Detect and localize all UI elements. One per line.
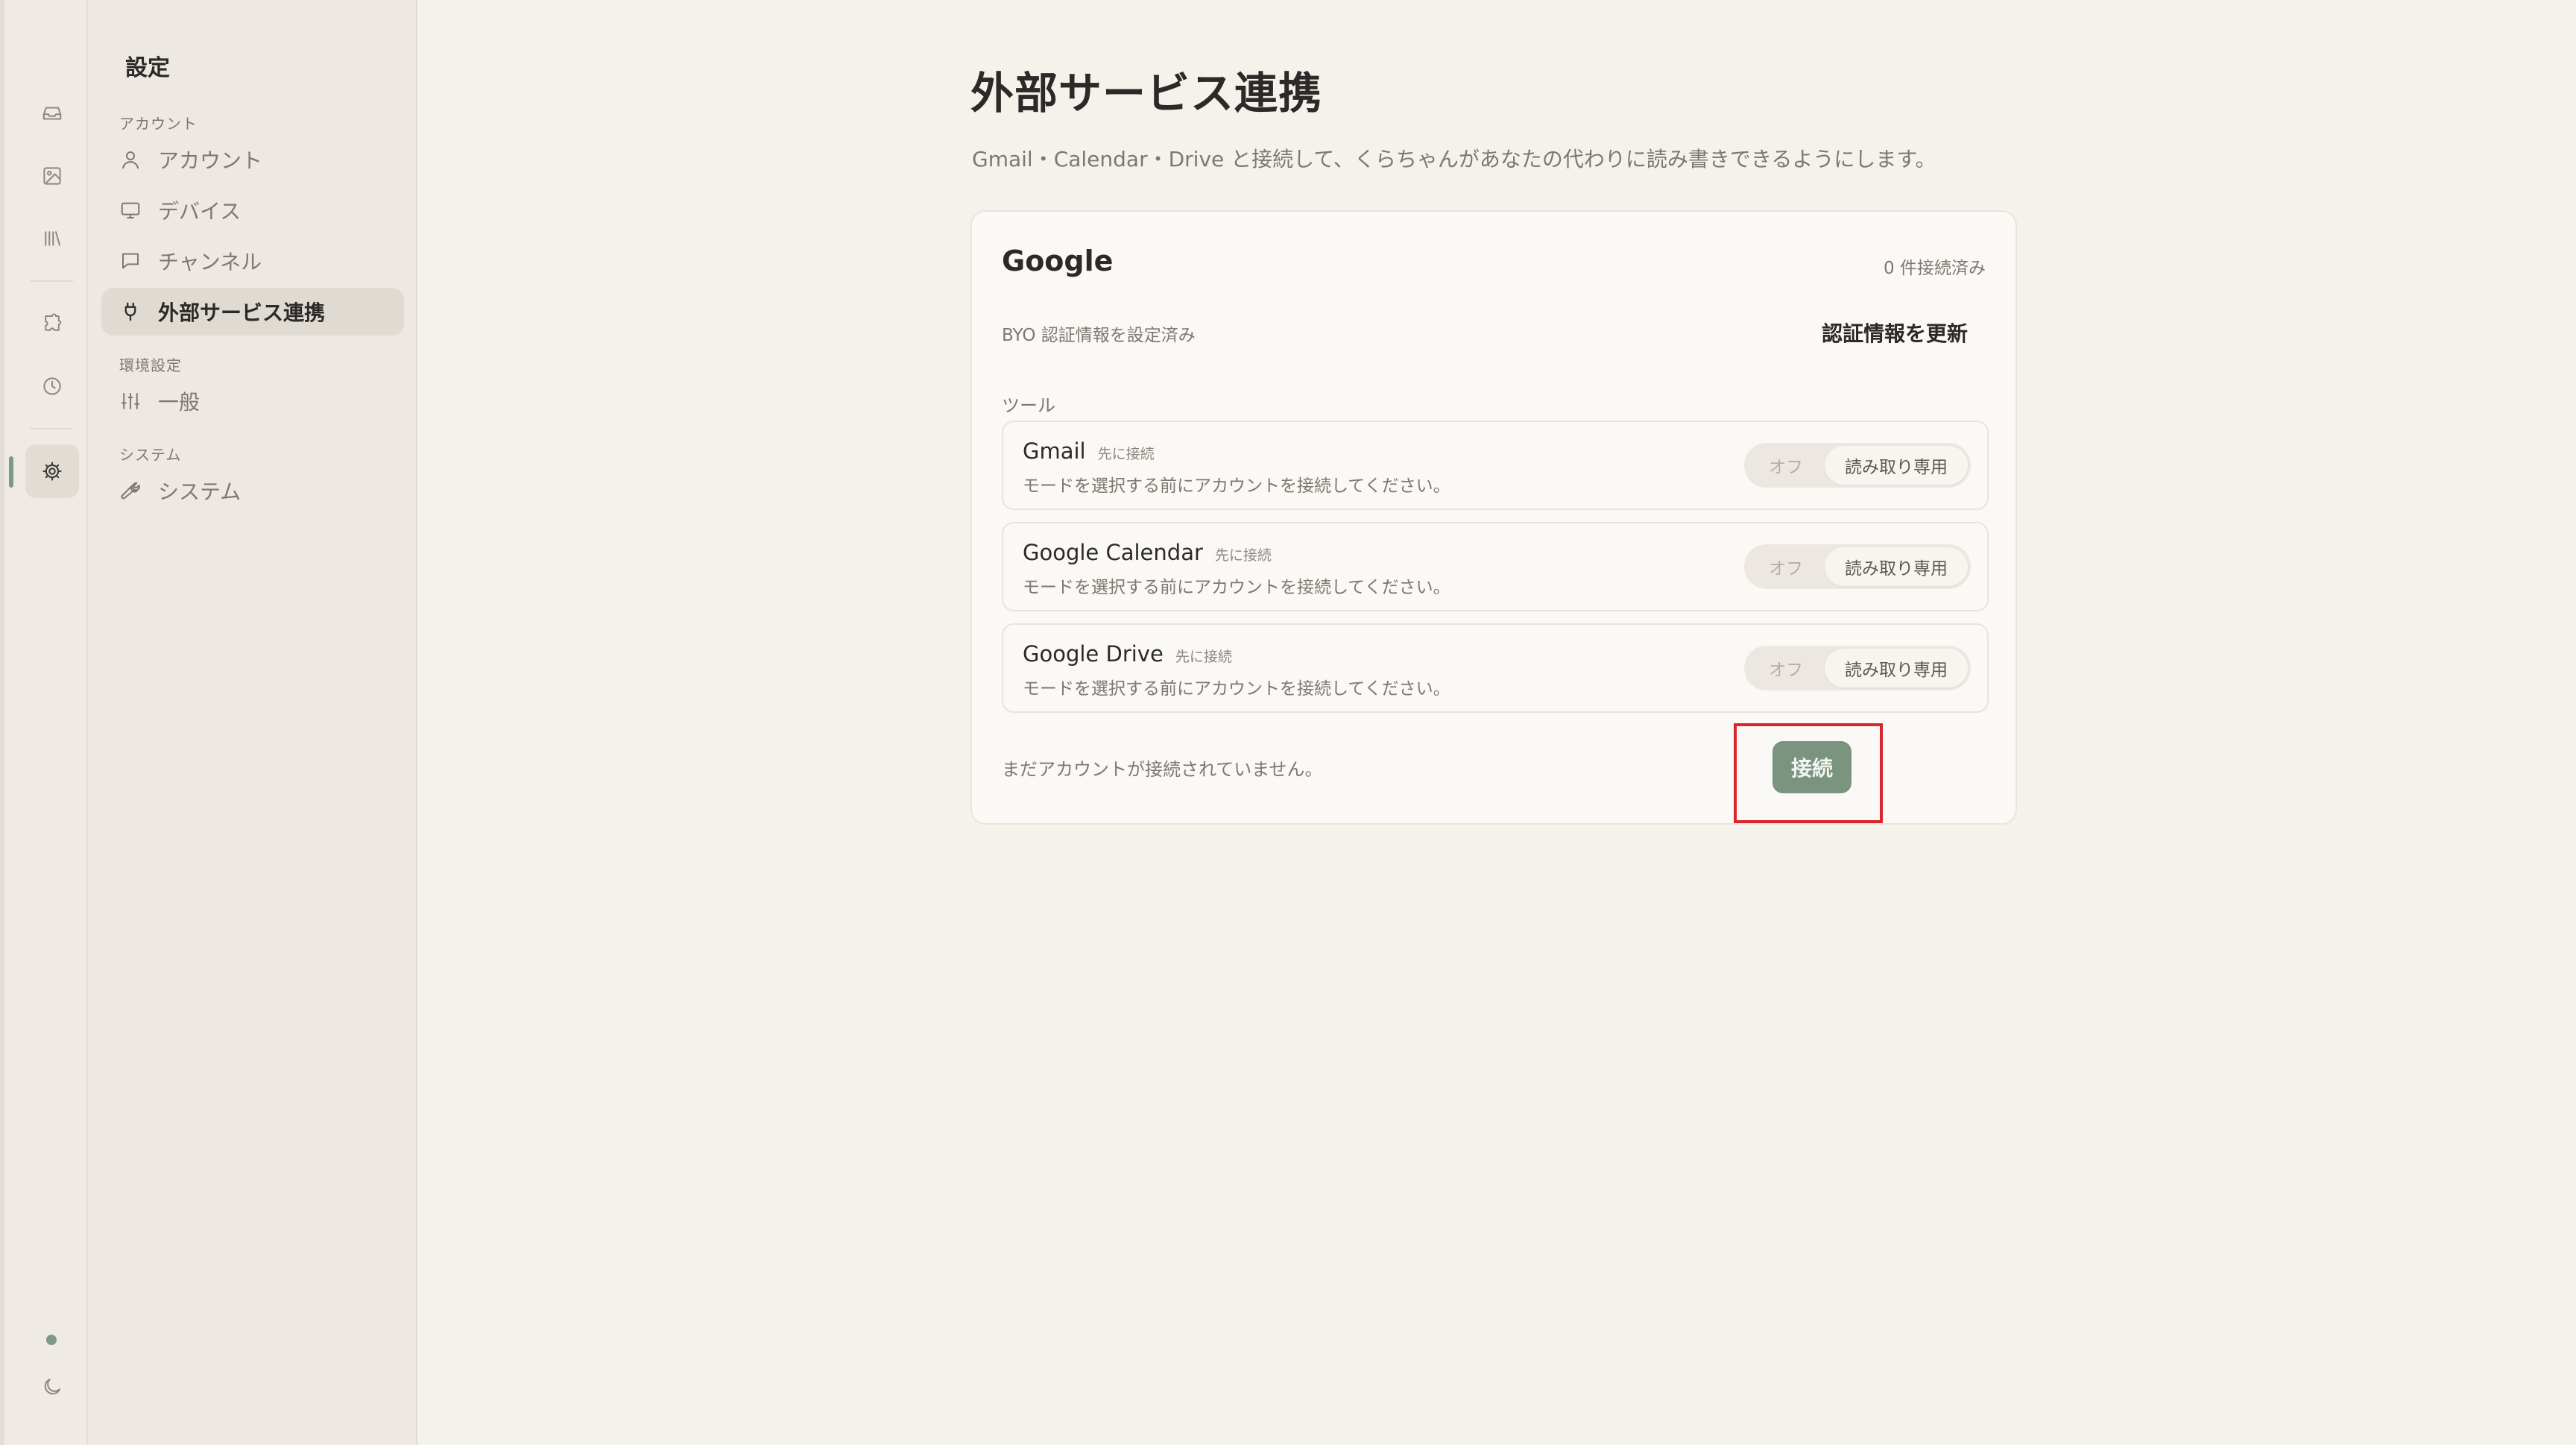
rail-divider [30,428,73,429]
inbox-icon[interactable] [25,86,79,140]
section-label-system: システム [119,446,182,464]
mode-read-only-option[interactable]: 読み取り専用 [1825,446,1968,485]
sidebar-item-label: デバイス [158,199,242,224]
puzzle-icon[interactable] [25,297,79,350]
sidebar-item-system[interactable]: システム [101,467,404,514]
sliders-icon [119,390,142,412]
library-icon[interactable] [25,212,79,265]
image-icon[interactable] [25,149,79,203]
tools-label: ツール [1002,395,1055,416]
tool-badge: 先に接続 [1214,547,1272,564]
no-account-message: まだアカウントが接続されていません。 [1002,759,1323,780]
tool-badge: 先に接続 [1097,446,1155,462]
wrench-icon [119,479,142,502]
connected-count: 0 件接続済み [1884,259,1986,278]
sidebar-item-label: システム [158,479,242,504]
tool-name-container: Google Drive 先に接続 [1023,641,1232,667]
sidebar-item-integrations[interactable]: 外部サービス連携 [101,288,404,336]
tool-row-calendar: Google Calendar 先に接続 モードを選択する前にアカウントを接続し… [1002,522,1989,611]
sidebar-item-label: チャンネル [158,250,262,274]
page-description: Gmail・Calendar・Drive と接続して、くらちゃんがあなたの代わり… [972,147,1936,171]
sidebar-title: 設定 [125,55,170,81]
tool-row-gmail: Gmail 先に接続 モードを選択する前にアカウントを接続してください。 オフ … [1002,421,1989,510]
monitor-icon [119,199,142,221]
sidebar-item-general[interactable]: 一般 [101,377,404,425]
section-label-preferences: 環境設定 [119,356,182,374]
tool-name: Google Calendar [1023,540,1203,565]
main-content: 外部サービス連携 Gmail・Calendar・Drive と接続して、くらちゃ… [417,0,2576,1445]
update-credentials-button[interactable]: 認証情報を更新 [1819,312,1971,353]
chat-icon [119,250,142,272]
mode-toggle: オフ 読み取り専用 [1744,544,1971,589]
mode-read-only-option[interactable]: 読み取り専用 [1825,649,1968,687]
tool-name-container: Google Calendar 先に接続 [1023,540,1272,565]
status-dot [46,1335,57,1345]
mode-toggle: オフ 読み取り専用 [1744,646,1971,690]
user-icon [119,148,142,171]
rail-divider [30,280,73,282]
section-label-account: アカウント [119,115,198,133]
tool-description: モードを選択する前にアカウントを接続してください。 [1023,578,1450,597]
card-title: Google [1002,245,1114,277]
active-indicator [9,456,13,488]
mode-read-only-option[interactable]: 読み取り専用 [1825,547,1968,586]
mode-off-option[interactable]: オフ [1747,649,1825,687]
tool-description: モードを選択する前にアカウントを接続してください。 [1023,679,1450,699]
plug-icon [119,300,142,323]
sidebar-item-label: 一般 [158,390,201,415]
sidebar-item-account[interactable]: アカウント [101,136,404,183]
gear-icon[interactable] [25,444,79,498]
tool-badge: 先に接続 [1175,649,1232,665]
connect-button[interactable]: 接続 [1772,741,1852,793]
mode-toggle: オフ 読み取り専用 [1744,443,1971,488]
tool-name: Gmail [1023,438,1086,464]
clock-icon[interactable] [25,359,79,413]
page-title: 外部サービス連携 [970,68,1323,119]
tool-name-container: Gmail 先に接続 [1023,438,1155,464]
sidebar-item-label: 外部サービス連携 [158,300,326,325]
mode-off-option[interactable]: オフ [1747,547,1825,586]
sidebar-item-label: アカウント [158,148,263,173]
app-window: 設定 アカウント アカウント デバイス チャンネル 外部サービス連携 環境設定 … [0,0,2576,1445]
settings-sidebar: 設定 アカウント アカウント デバイス チャンネル 外部サービス連携 環境設定 … [88,0,417,1445]
byo-status: BYO 認証情報を設定済み [1002,326,1196,345]
tool-row-drive: Google Drive 先に接続 モードを選択する前にアカウントを接続してくだ… [1002,623,1989,713]
sidebar-item-channels[interactable]: チャンネル [101,237,404,285]
tool-name: Google Drive [1023,641,1164,667]
tool-description: モードを選択する前にアカウントを接続してください。 [1023,476,1450,496]
icon-rail [0,0,88,1445]
mode-off-option[interactable]: オフ [1747,446,1825,485]
moon-icon[interactable] [25,1360,79,1414]
sidebar-item-devices[interactable]: デバイス [101,186,404,234]
